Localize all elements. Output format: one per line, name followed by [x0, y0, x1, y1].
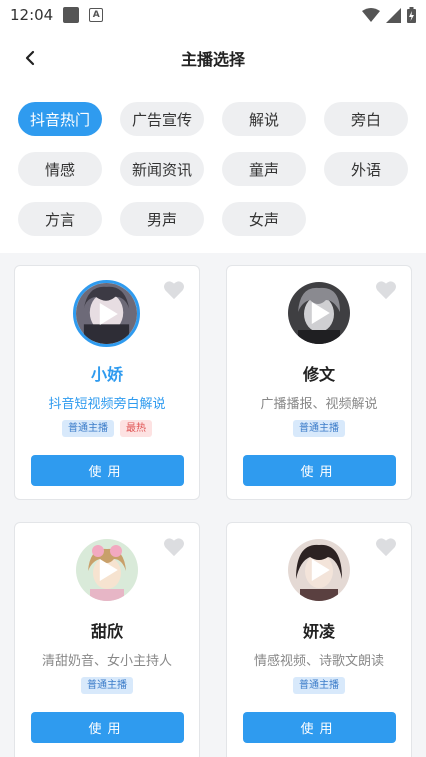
status-time: 12:04	[10, 6, 54, 24]
anchor-list: 小娇 抖音短视频旁白解说 普通主播 最热 使用 修文 广播播报、视频解说 普通主…	[0, 253, 426, 757]
level-badge: 普通主播	[81, 677, 133, 694]
battery-icon	[407, 7, 416, 23]
chip-emotion[interactable]: 情感	[18, 152, 102, 186]
signal-icon	[386, 7, 401, 23]
anchor-name: 妍凌	[302, 622, 335, 641]
notification-icon	[63, 7, 80, 23]
chip-narration[interactable]: 旁白	[324, 102, 408, 136]
anchor-desc: 情感视频、诗歌文朗读	[253, 654, 384, 669]
chip-female-voice[interactable]: 女声	[222, 202, 306, 236]
hot-badge: 最热	[120, 420, 152, 437]
anchor-card-xiuwen[interactable]: 修文 广播播报、视频解说 普通主播 使用	[226, 265, 412, 500]
level-badge: 普通主播	[62, 420, 114, 437]
level-badge: 普通主播	[293, 420, 345, 437]
chip-male-voice[interactable]: 男声	[120, 202, 204, 236]
chip-commentary[interactable]: 解说	[222, 102, 306, 136]
heart-icon[interactable]	[375, 280, 397, 300]
heart-icon[interactable]	[163, 280, 185, 300]
use-button[interactable]: 使用	[243, 712, 396, 743]
level-badge: 普通主播	[293, 677, 345, 694]
chip-dialect[interactable]: 方言	[18, 202, 102, 236]
avatar[interactable]	[288, 282, 350, 344]
anchor-card-yanling[interactable]: 妍凌 情感视频、诗歌文朗读 普通主播 使用	[226, 522, 412, 757]
anchor-card-tianxin[interactable]: 甜欣 清甜奶音、女小主持人 普通主播 使用	[14, 522, 200, 757]
use-button[interactable]: 使用	[243, 455, 396, 486]
anchor-desc: 抖音短视频旁白解说	[48, 397, 166, 412]
avatar[interactable]	[76, 539, 138, 601]
anchor-desc: 清甜奶音、女小主持人	[41, 654, 172, 669]
play-icon	[99, 559, 118, 581]
status-bar: 12:04 A	[0, 0, 426, 30]
heart-icon[interactable]	[163, 537, 185, 557]
chip-news[interactable]: 新闻资讯	[120, 152, 204, 186]
anchor-name: 小娇	[90, 365, 123, 384]
use-button[interactable]: 使用	[31, 455, 184, 486]
wifi-icon	[362, 7, 380, 22]
anchor-name: 修文	[302, 365, 335, 384]
anchor-name: 甜欣	[90, 622, 123, 641]
heart-icon[interactable]	[375, 537, 397, 557]
anchor-desc: 广播播报、视频解说	[260, 397, 378, 412]
chip-douyin-hot[interactable]: 抖音热门	[18, 102, 102, 136]
page-title: 主播选择	[180, 50, 245, 69]
avatar[interactable]	[73, 280, 140, 347]
header: 主播选择	[0, 30, 426, 86]
play-icon	[311, 559, 330, 581]
chip-foreign-language[interactable]: 外语	[324, 152, 408, 186]
keyboard-a-icon: A	[89, 8, 104, 22]
chip-child-voice[interactable]: 童声	[222, 152, 306, 186]
anchor-card-xiaojiao[interactable]: 小娇 抖音短视频旁白解说 普通主播 最热 使用	[14, 265, 200, 500]
play-icon	[311, 302, 330, 324]
avatar[interactable]	[288, 539, 350, 601]
chip-advertising[interactable]: 广告宣传	[120, 102, 204, 136]
play-icon	[99, 302, 118, 325]
use-button[interactable]: 使用	[31, 712, 184, 743]
